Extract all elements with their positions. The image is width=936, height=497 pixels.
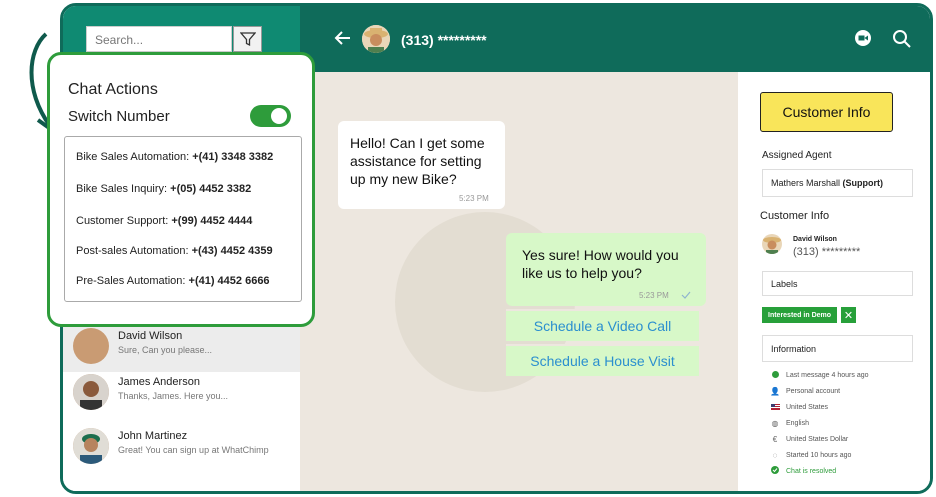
labels-label: Labels xyxy=(771,278,798,289)
back-arrow-icon[interactable] xyxy=(334,29,352,47)
contact-last-message: Great! You can sign up at WhatChimp xyxy=(118,445,269,455)
number-option[interactable]: Pre-Sales Automation: +(41) 4452 6666 xyxy=(76,275,270,287)
info-row: € United States Dollar xyxy=(770,433,849,445)
quick-reply-video-call[interactable]: Schedule a Video Call xyxy=(506,309,699,341)
incoming-message-text: Hello! Can I get some assistance for set… xyxy=(350,135,485,187)
agent-name: Mathers Marshall xyxy=(771,178,841,188)
customer-info-panel: Customer Info Assigned Agent Mathers Mar… xyxy=(738,72,930,491)
customer-name: David Wilson xyxy=(793,236,837,243)
number-option[interactable]: Customer Support: +(99) 4452 4444 xyxy=(76,215,252,227)
message-time: 5:23 PM xyxy=(639,291,669,300)
delivered-check-icon xyxy=(681,291,691,299)
info-text: English xyxy=(786,419,809,427)
labels-field[interactable]: Labels xyxy=(762,271,913,296)
chat-area: Hello! Can I get some assistance for set… xyxy=(300,72,738,491)
list-item[interactable]: David Wilson Sure, Can you please... xyxy=(63,320,300,372)
info-row: ◍ English xyxy=(770,417,809,429)
info-text: Last message 4 hours ago xyxy=(786,371,869,379)
customer-phone: (313) ********* xyxy=(793,246,861,258)
incoming-message: Hello! Can I get some assistance for set… xyxy=(338,121,505,209)
globe-icon: ◍ xyxy=(771,418,779,428)
contact-name: James Anderson xyxy=(118,376,200,388)
list-item[interactable]: James Anderson Thanks, James. Here you..… xyxy=(63,366,300,418)
contact-last-message: Sure, Can you please... xyxy=(118,345,213,355)
info-text: Personal account xyxy=(786,387,841,395)
check-circle-icon xyxy=(770,466,780,476)
info-row: ◌ Started 10 hours ago xyxy=(770,449,852,461)
information-label: Information xyxy=(771,343,817,354)
contact-phone: (313) ********* xyxy=(401,32,487,48)
contact-name: David Wilson xyxy=(118,330,183,342)
info-text: United States Dollar xyxy=(786,435,849,443)
avatar xyxy=(73,374,109,410)
info-text: Chat is resolved xyxy=(786,467,837,475)
assigned-agent-label: Assigned Agent xyxy=(762,150,832,161)
message-time: 5:23 PM xyxy=(459,194,489,203)
agent-role: (Support) xyxy=(842,178,884,188)
remove-tag-button[interactable]: ✕ xyxy=(840,307,856,323)
number-option[interactable]: Post-sales Automation: +(43) 4452 4359 xyxy=(76,245,273,257)
info-text: Started 10 hours ago xyxy=(786,451,852,459)
information-section[interactable]: Information xyxy=(762,335,913,362)
search-icon[interactable] xyxy=(892,29,912,49)
switch-number-label: Switch Number xyxy=(68,108,170,125)
video-call-icon[interactable] xyxy=(854,29,872,47)
info-row: Chat is resolved xyxy=(770,465,836,477)
filter-icon xyxy=(239,32,256,47)
info-row: United States xyxy=(770,401,828,413)
contact-last-message: Thanks, James. Here you... xyxy=(118,391,229,401)
avatar[interactable] xyxy=(362,25,390,53)
assigned-agent-field[interactable]: Mathers Marshall (Support) xyxy=(762,169,913,197)
status-dot-icon xyxy=(770,370,780,380)
numbers-list: Bike Sales Automation: +(41) 3348 3382 B… xyxy=(64,136,302,302)
customer-info-button[interactable]: Customer Info xyxy=(760,92,893,132)
number-option[interactable]: Bike Sales Inquiry: +(05) 4452 3382 xyxy=(76,183,251,195)
search-input[interactable]: Search... xyxy=(86,26,232,52)
toggle-knob xyxy=(271,108,287,124)
info-text: United States xyxy=(786,403,829,411)
outgoing-message: Yes sure! How would you like us to help … xyxy=(506,233,706,306)
flag-us-icon xyxy=(770,403,780,412)
number-option[interactable]: Bike Sales Automation: +(41) 3348 3382 xyxy=(76,151,273,163)
quick-reply-house-visit[interactable]: Schedule a House Visit xyxy=(506,344,699,376)
info-row: Last message 4 hours ago xyxy=(770,369,869,381)
popup-title: Chat Actions xyxy=(68,81,158,98)
chat-icon: ◌ xyxy=(772,450,778,460)
chat-actions-popup: Chat Actions Switch Number Bike Sales Au… xyxy=(47,52,315,327)
person-icon: 👤 xyxy=(770,386,780,396)
filter-button[interactable] xyxy=(233,26,262,52)
more-options-icon[interactable] xyxy=(931,29,933,49)
customer-info-label: Customer Info xyxy=(760,210,830,222)
contact-name: John Martinez xyxy=(118,430,188,442)
list-item[interactable]: John Martinez Great! You can sign up at … xyxy=(63,420,300,472)
chat-header: (313) ********* xyxy=(300,6,933,72)
switch-number-toggle[interactable] xyxy=(250,105,291,127)
avatar xyxy=(73,328,109,364)
label-tag: Interested in Demo xyxy=(762,307,838,323)
outgoing-message-text: Yes sure! How would you like us to help … xyxy=(522,247,679,281)
info-row: 👤 Personal account xyxy=(770,385,840,397)
avatar xyxy=(73,428,109,464)
avatar xyxy=(762,234,782,254)
currency-icon: € xyxy=(772,434,778,444)
